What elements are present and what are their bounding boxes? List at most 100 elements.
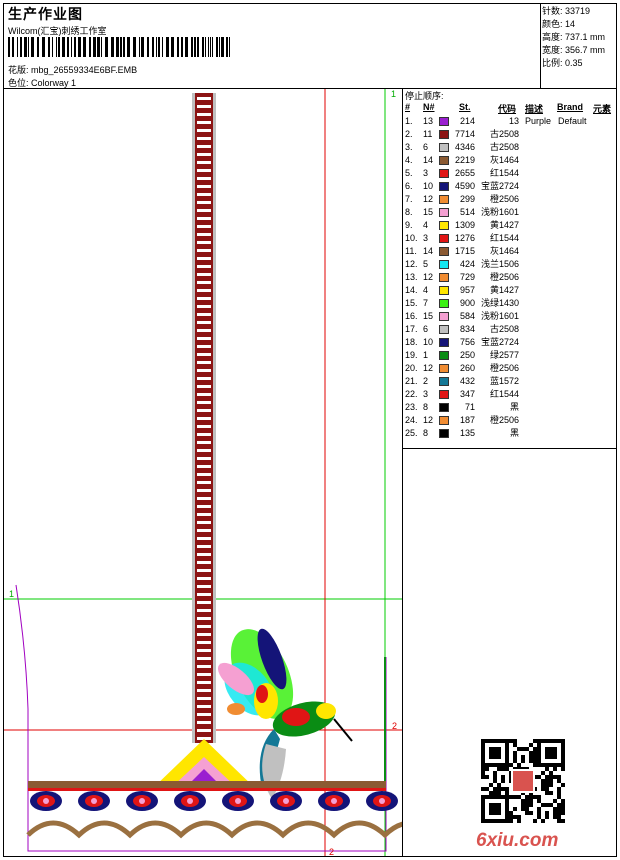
ladder-rung bbox=[197, 537, 211, 540]
ladder-rung bbox=[197, 385, 211, 388]
qr-module bbox=[533, 755, 537, 759]
row-number: 24. bbox=[405, 415, 418, 425]
color-swatch bbox=[439, 286, 449, 295]
colorway-label: 色位: bbox=[8, 78, 29, 88]
qr-module bbox=[561, 783, 565, 787]
barcode-bar bbox=[181, 37, 183, 57]
ladder-rung bbox=[197, 729, 211, 732]
ladder-edge-left bbox=[192, 93, 195, 743]
barcode-bar bbox=[202, 37, 204, 57]
color-swatch bbox=[439, 338, 449, 347]
qr-module bbox=[513, 807, 517, 811]
ladder-rung bbox=[197, 377, 211, 380]
flower-row bbox=[30, 791, 398, 811]
guide-mark-2-right: 2 bbox=[392, 721, 397, 731]
ladder-rung bbox=[197, 545, 211, 548]
qr-module bbox=[541, 779, 545, 783]
ladder-rung bbox=[197, 129, 211, 132]
row-stitches: 299 bbox=[459, 194, 475, 204]
qr-module bbox=[501, 775, 505, 779]
row-needle: 14 bbox=[423, 155, 434, 165]
row-needle: 1 bbox=[423, 350, 429, 360]
barcode-bar bbox=[17, 37, 18, 57]
row-needle: 10 bbox=[423, 337, 434, 347]
ladder-edge-right bbox=[213, 93, 216, 743]
flower-dot bbox=[379, 798, 385, 804]
qr-module bbox=[489, 783, 493, 787]
stop-row: 13. 12 729 橙2506 bbox=[405, 271, 617, 284]
row-stitches: 187 bbox=[459, 415, 475, 425]
row-code: 黑 bbox=[509, 428, 519, 438]
ladder-rung bbox=[197, 457, 211, 460]
row-code: 浅粉1601 bbox=[481, 311, 520, 321]
stop-row: 18. 10 756 宝蓝2724 bbox=[405, 336, 617, 349]
barcode-bar bbox=[166, 37, 169, 57]
barcode-bar bbox=[191, 37, 193, 57]
ladder-rung bbox=[197, 673, 211, 676]
row-stitches: 260 bbox=[459, 363, 475, 373]
ladder-rung bbox=[197, 353, 211, 356]
qr-module bbox=[537, 815, 541, 819]
color-swatch bbox=[439, 156, 449, 165]
qr-module bbox=[505, 787, 509, 791]
barcode-bar bbox=[8, 37, 10, 57]
row-stitches: 1276 bbox=[454, 233, 475, 243]
row-stitches: 7714 bbox=[454, 129, 475, 139]
barcode-bar bbox=[116, 37, 119, 57]
color-swatch bbox=[439, 273, 449, 282]
qr-module bbox=[545, 811, 549, 815]
ladder-rung bbox=[197, 681, 211, 684]
header-element: 元素 bbox=[593, 104, 612, 114]
scallop-border bbox=[26, 820, 402, 839]
ladder-rung bbox=[197, 233, 211, 236]
qr-module bbox=[529, 799, 533, 803]
stat-stitches: 针数: 33719 bbox=[542, 6, 591, 16]
qr-module bbox=[521, 799, 525, 803]
qr-module bbox=[545, 767, 549, 771]
barcode-bar bbox=[120, 37, 122, 57]
ladder-rung bbox=[197, 449, 211, 452]
ladder-rung bbox=[197, 657, 211, 660]
ladder-rung bbox=[197, 689, 211, 692]
row-needle: 6 bbox=[423, 324, 429, 334]
qr-module bbox=[509, 795, 513, 799]
guide-mark-1-left: 1 bbox=[9, 589, 14, 599]
qr-module bbox=[481, 767, 485, 771]
row-stitches: 2219 bbox=[454, 155, 475, 165]
stop-row: 2. 11 7714 古2508 bbox=[405, 128, 617, 141]
row-stitches: 1715 bbox=[454, 246, 475, 256]
stop-row: 4. 14 2219 灰1464 bbox=[405, 154, 617, 167]
ladder-rung bbox=[197, 201, 211, 204]
row-code: 浅绿1430 bbox=[481, 298, 520, 308]
qr-module bbox=[525, 807, 529, 811]
ladder-rung bbox=[197, 569, 211, 572]
row-needle: 12 bbox=[423, 272, 434, 282]
barcode-bar bbox=[12, 37, 14, 57]
header-code: 代码 bbox=[498, 104, 517, 114]
qr-module bbox=[521, 803, 525, 807]
row-needle: 12 bbox=[423, 363, 434, 373]
flower-dot bbox=[91, 798, 97, 804]
qr-module bbox=[549, 791, 553, 795]
row-needle: 7 bbox=[423, 298, 429, 308]
ladder-rung bbox=[197, 193, 211, 196]
flower-dot bbox=[331, 798, 337, 804]
qr-module bbox=[553, 815, 557, 819]
qr-module bbox=[485, 775, 489, 779]
row-number: 9. bbox=[405, 220, 413, 230]
qr-module bbox=[509, 811, 513, 815]
qr-module bbox=[517, 795, 521, 799]
qr-module bbox=[533, 759, 537, 763]
color-swatch bbox=[439, 221, 449, 230]
qr-module bbox=[549, 803, 553, 807]
scallop-line bbox=[26, 820, 402, 839]
qr-module bbox=[493, 775, 497, 779]
qr-module bbox=[533, 747, 537, 751]
barcode-bar bbox=[127, 37, 130, 57]
row-needle: 3 bbox=[423, 233, 429, 243]
bird-breast bbox=[282, 708, 310, 726]
barcode-bar bbox=[111, 37, 114, 57]
row-code: 橙2506 bbox=[489, 363, 519, 373]
color-swatch bbox=[439, 390, 449, 399]
qr-module bbox=[521, 755, 525, 759]
